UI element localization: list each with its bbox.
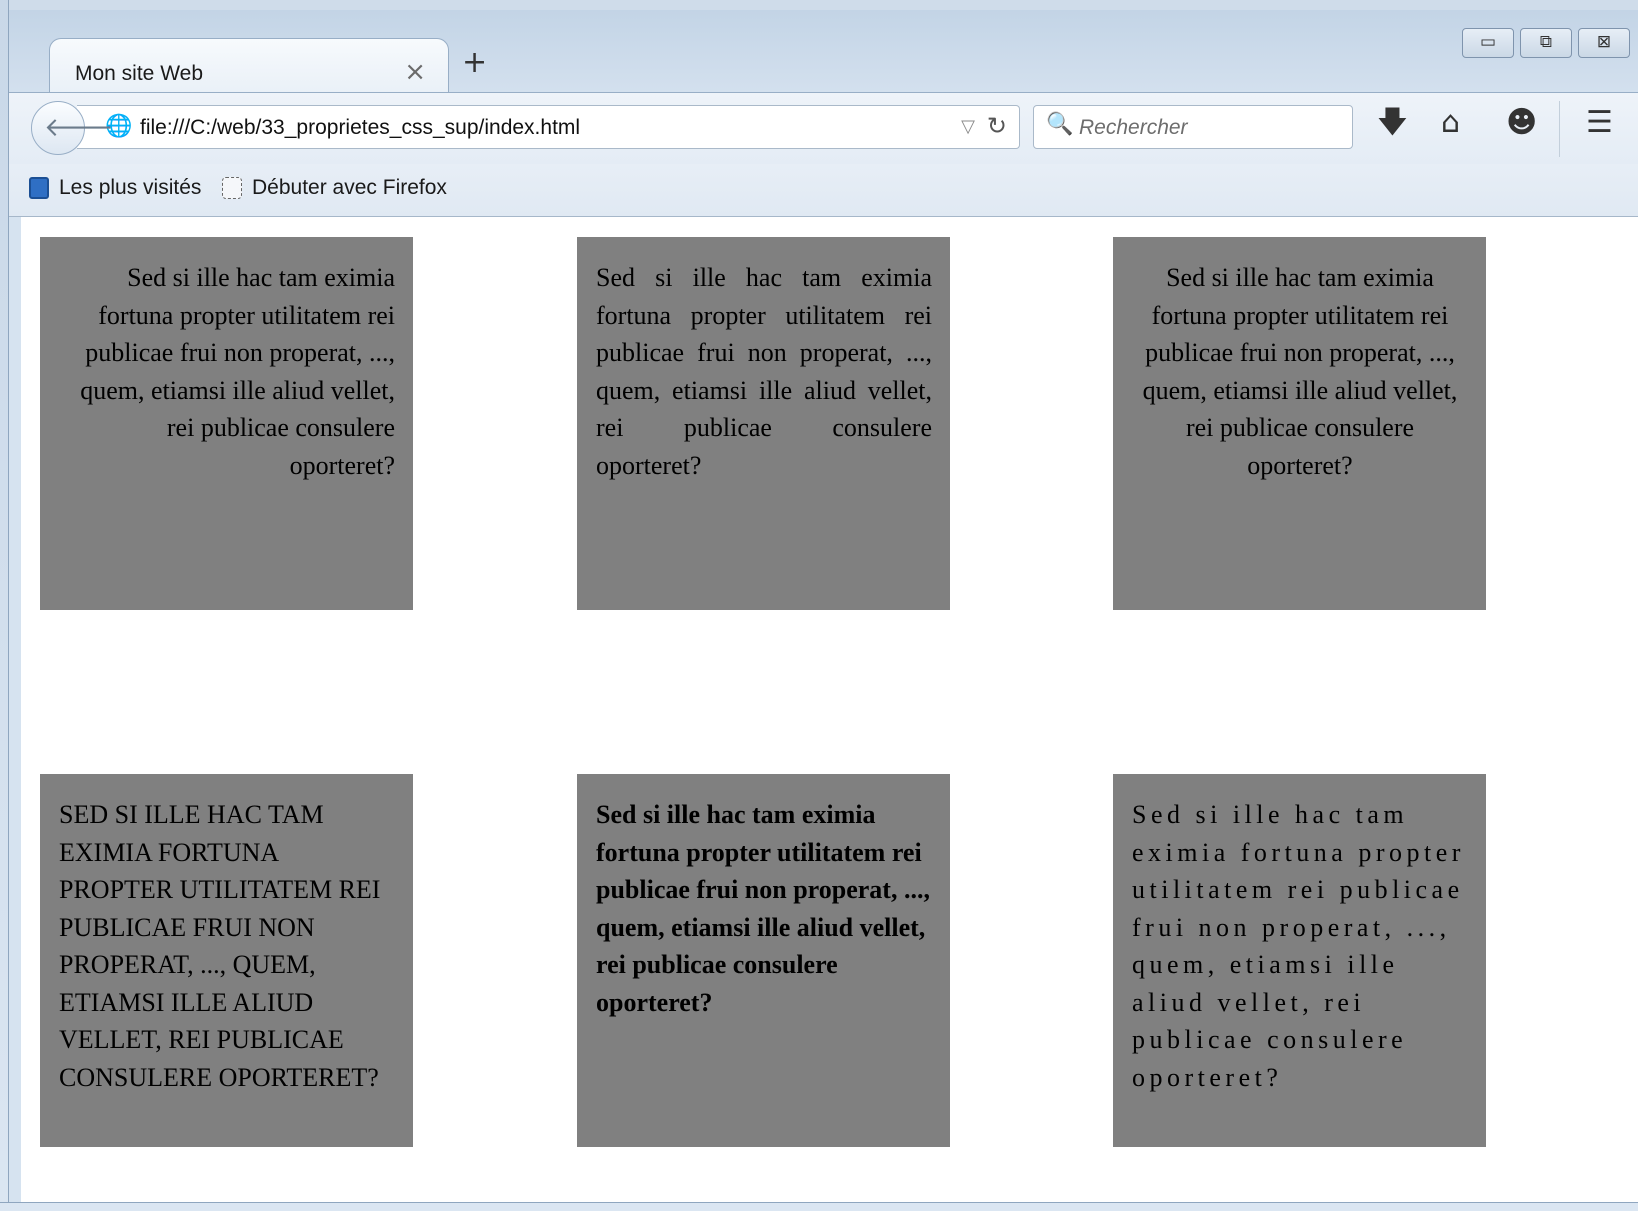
download-arrow-icon[interactable]: 🡇: [1377, 106, 1408, 140]
text-box-letter-spacing: Sed si ille hac tam eximia fortuna propt…: [1113, 774, 1486, 1147]
search-bar[interactable]: 🔍 Rechercher: [1033, 105, 1353, 149]
text-box-uppercase: Sed si ille hac tam eximia fortuna propt…: [40, 774, 413, 1147]
text-box-bold: Sed si ille hac tam eximia fortuna propt…: [577, 774, 950, 1147]
page-content: Sed si ille hac tam eximia fortuna propt…: [21, 217, 1638, 1202]
tab-strip: Mon site Web × + ▭ ⧉ ⊠: [9, 10, 1638, 95]
navigation-bar: 🌐 file:///C:/web/33_proprietes_css_sup/i…: [9, 92, 1638, 165]
toolbar-separator: [1559, 101, 1560, 157]
search-placeholder: Rechercher: [1079, 116, 1188, 139]
bookmark-page-icon: [222, 177, 242, 199]
close-window-button[interactable]: ⊠: [1578, 28, 1630, 58]
chat-bubble-icon[interactable]: ☻: [1506, 106, 1537, 140]
tab-active[interactable]: Mon site Web ×: [49, 38, 449, 95]
url-bar[interactable]: 🌐 file:///C:/web/33_proprietes_css_sup/i…: [77, 105, 1020, 149]
bookmark-label: Les plus visités: [59, 176, 202, 199]
back-button[interactable]: 🡐: [31, 101, 114, 155]
most-visited-icon: [29, 177, 49, 199]
bookmarks-bar: Les plus visités Débuter avec Firefox: [9, 164, 1638, 217]
hamburger-menu-icon[interactable]: ☰: [1586, 106, 1613, 140]
browser-window: Mon site Web × + ▭ ⧉ ⊠ 🌐 file:///C:/web/…: [0, 0, 1638, 1211]
url-text[interactable]: file:///C:/web/33_proprietes_css_sup/ind…: [140, 116, 580, 140]
tab-title: Mon site Web: [75, 62, 203, 85]
new-tab-button[interactable]: +: [462, 48, 487, 78]
bookmark-getting-started[interactable]: Débuter avec Firefox: [222, 176, 447, 200]
text-box-center: Sed si ille hac tam eximia fortuna propt…: [1113, 237, 1486, 610]
home-icon[interactable]: ⌂: [1441, 106, 1460, 140]
window-controls: ▭ ⧉ ⊠: [1456, 28, 1630, 60]
minimize-button[interactable]: ▭: [1462, 28, 1514, 58]
minimize-icon: ▭: [1479, 32, 1497, 52]
bookmark-label: Débuter avec Firefox: [252, 176, 447, 199]
tab-close-icon[interactable]: ×: [404, 57, 426, 87]
window-frame-left: [0, 0, 9, 1211]
close-icon: ⊠: [1596, 32, 1612, 52]
dropdown-triangle-icon[interactable]: ▽: [961, 116, 975, 137]
magnifier-icon: 🔍: [1046, 112, 1074, 137]
text-box-align-right: Sed si ille hac tam eximia fortuna propt…: [40, 237, 413, 610]
maximize-button[interactable]: ⧉: [1520, 28, 1572, 58]
back-arrow-icon: 🡐: [44, 113, 114, 143]
reload-icon[interactable]: ↻: [987, 112, 1007, 140]
maximize-icon: ⧉: [1539, 32, 1553, 52]
window-frame-bottom: [0, 1202, 1638, 1211]
text-box-justify: Sed si ille hac tam eximia fortuna propt…: [577, 237, 950, 610]
bookmark-most-visited[interactable]: Les plus visités: [29, 176, 201, 200]
